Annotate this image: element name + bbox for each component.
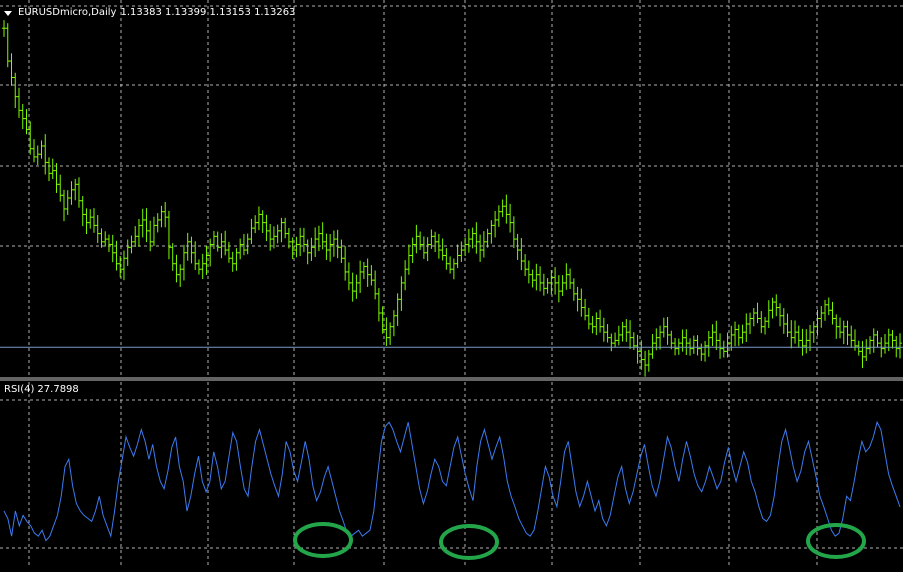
main-chart-header: EURUSDmicro,Daily 1.13383 1.13399 1.1315… [4, 7, 295, 19]
chart-background [0, 0, 903, 572]
rsi-value-label: 27.7898 [37, 384, 79, 395]
chart-canvas[interactable] [0, 0, 903, 572]
ohlc-values: 1.13383 1.13399 1.13153 1.13263 [120, 7, 296, 18]
symbol-label: EURUSDmicro,Daily [18, 7, 117, 18]
rsi-header: RSI(4) 27.7898 [4, 384, 79, 396]
collapse-triangle-icon[interactable] [4, 10, 12, 16]
rsi-name-label: RSI(4) [4, 384, 35, 395]
